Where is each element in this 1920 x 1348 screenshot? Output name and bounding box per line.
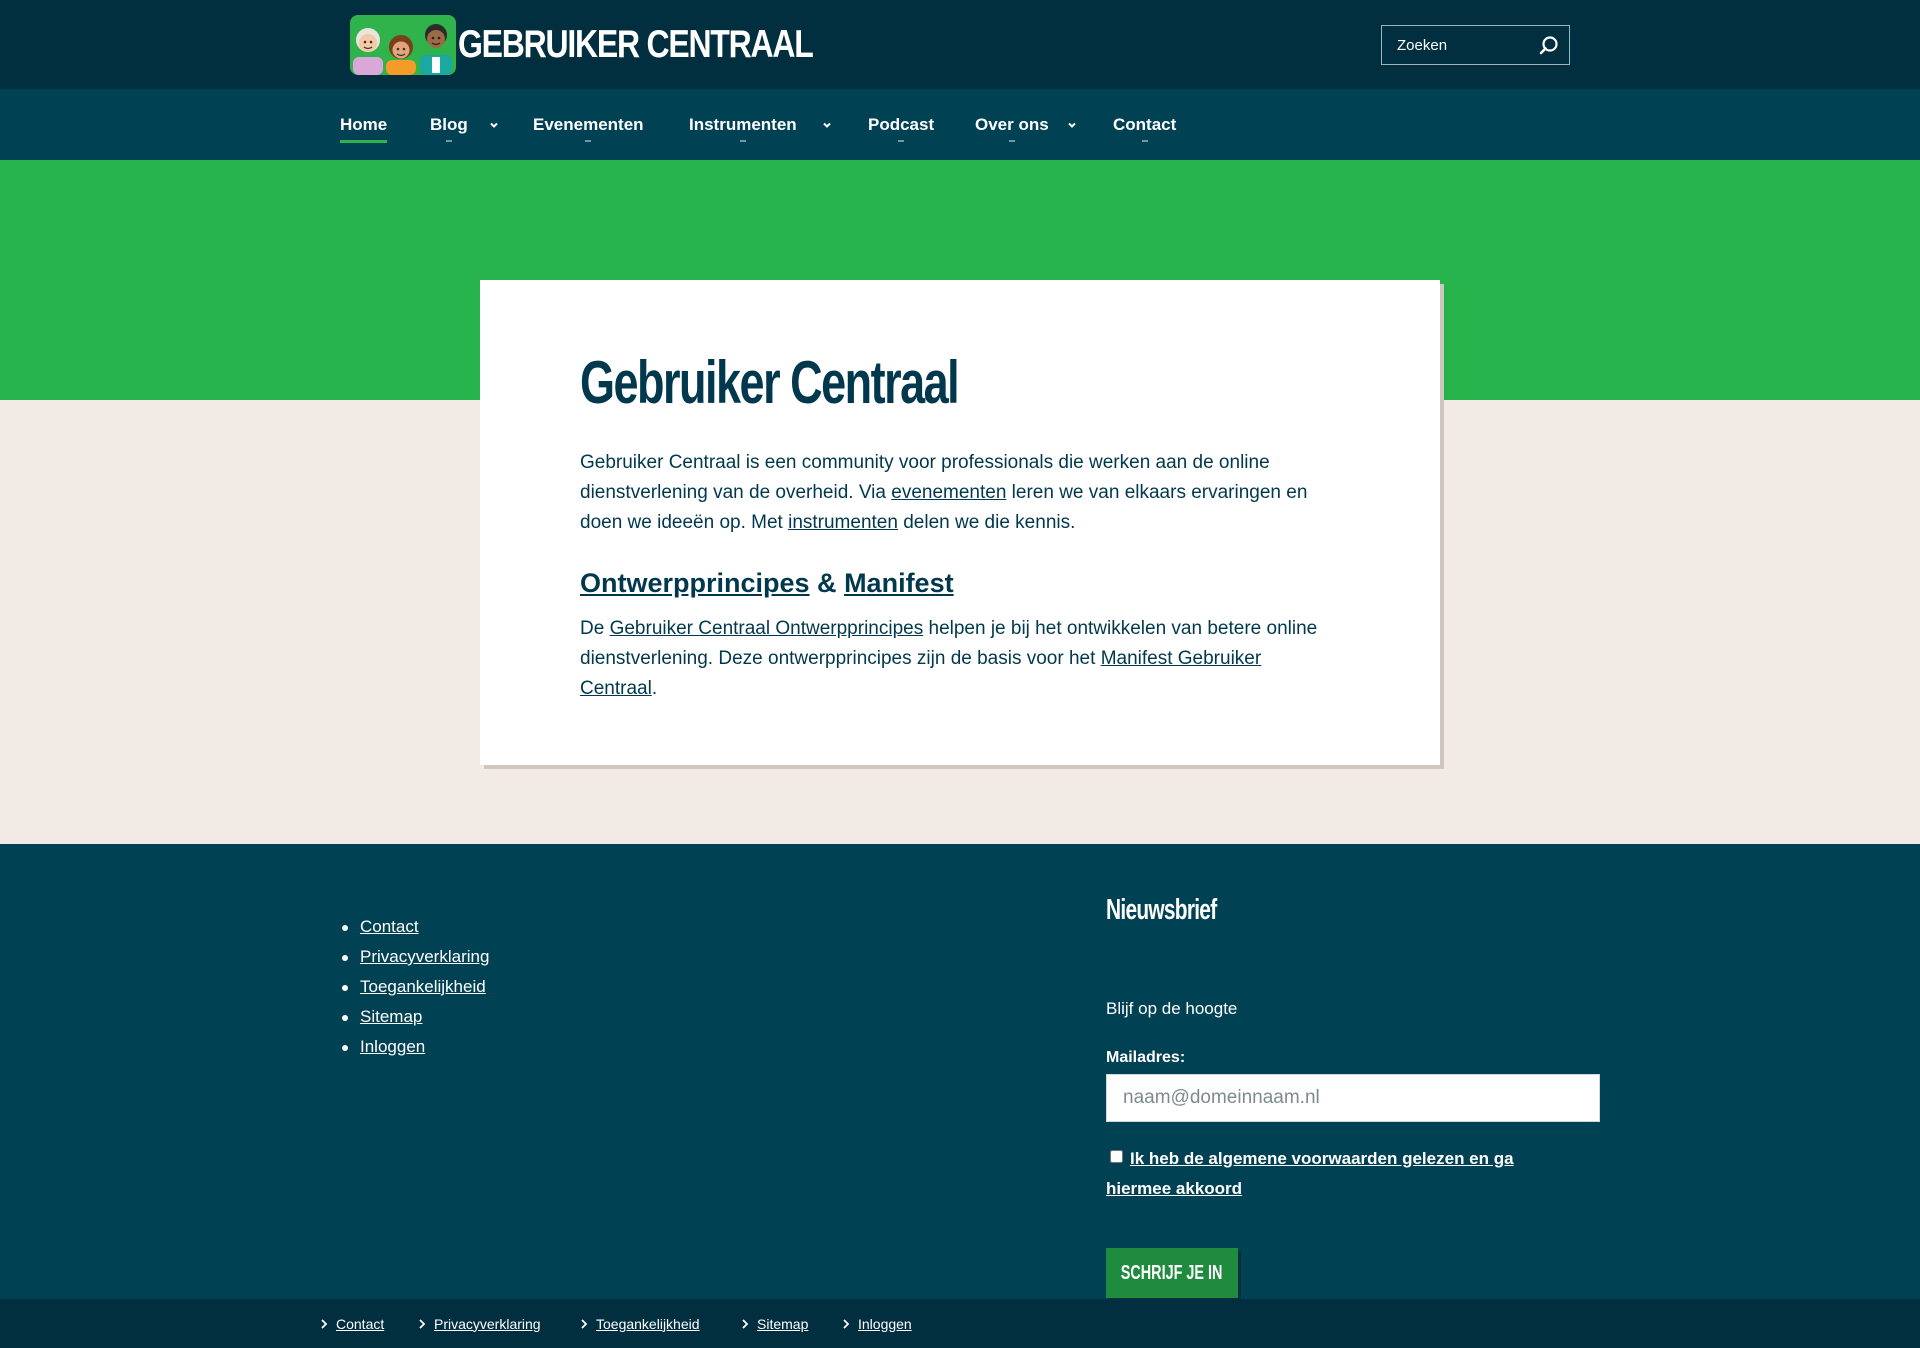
- list-item: Sitemap: [340, 1002, 489, 1032]
- subscribe-button-label: SCHRIJF JE IN: [1121, 1261, 1223, 1284]
- bottom-item: Sitemap: [741, 1299, 808, 1348]
- nav-underline: [739, 140, 746, 142]
- evenementen-link[interactable]: evenementen: [891, 482, 1006, 503]
- site-footer: Contact Privacyverklaring Toegankelijkhe…: [0, 844, 1920, 1299]
- nav-item-podcast[interactable]: Podcast: [868, 89, 934, 160]
- bottom-link-contact[interactable]: Contact: [336, 1316, 384, 1332]
- search-icon: [1539, 36, 1558, 55]
- site-header: GEBRUIKER CENTRAAL: [0, 0, 1920, 89]
- over-ons-dropdown-toggle[interactable]: [1066, 89, 1078, 160]
- nav-underline: [1008, 140, 1015, 142]
- chevron-right-icon: [419, 1318, 426, 1329]
- nav-label: Instrumenten: [689, 114, 797, 134]
- blog-dropdown-toggle[interactable]: [488, 89, 500, 160]
- terms-label: Ik heb de algemene voorwaarden gelezen e…: [1106, 1144, 1576, 1204]
- main-navigation: Home Blog Evenementen Instrumenten Podca…: [0, 89, 1920, 160]
- heading-ampersand: &: [809, 568, 845, 598]
- logo-people-icon: [350, 15, 456, 75]
- list-item: Toegankelijkheid: [340, 972, 489, 1002]
- search-button[interactable]: [1535, 32, 1563, 60]
- chevron-right-icon: [581, 1318, 588, 1329]
- nav-item-blog[interactable]: Blog: [430, 89, 468, 160]
- bottom-item: Contact: [320, 1299, 384, 1348]
- chevron-down-icon: [1068, 122, 1076, 128]
- subscribe-button[interactable]: SCHRIJF JE IN: [1106, 1248, 1238, 1298]
- logo-text: GEBRUIKER CENTRAAL: [458, 23, 814, 66]
- nav-label: Evenementen: [533, 114, 644, 134]
- nav-label: Home: [340, 114, 388, 134]
- bottom-link-inloggen[interactable]: Inloggen: [858, 1316, 912, 1332]
- nav-item-evenementen[interactable]: Evenementen: [533, 89, 644, 160]
- list-item: Inloggen: [340, 1032, 489, 1062]
- nav-label: Blog: [430, 114, 468, 134]
- list-item: Privacyverklaring: [340, 942, 489, 972]
- email-label: Mailadres:: [1106, 1049, 1186, 1066]
- nav-underline: [585, 140, 592, 142]
- footer-link-toegankelijkheid[interactable]: Toegankelijkheid: [360, 977, 486, 996]
- nav-item-home[interactable]: Home: [340, 89, 388, 160]
- terms-link[interactable]: Ik heb de algemene voorwaarden gelezen e…: [1106, 1149, 1514, 1198]
- terms-checkbox[interactable]: [1110, 1150, 1123, 1163]
- nav-label: Contact: [1113, 114, 1177, 134]
- instrumenten-link[interactable]: instrumenten: [788, 512, 898, 533]
- newsletter-title: Nieuwsbrief: [1106, 894, 1217, 926]
- bottom-item: Toegankelijkheid: [580, 1299, 700, 1348]
- footer-link-inloggen[interactable]: Inloggen: [360, 1037, 425, 1056]
- nav-underline: [445, 140, 452, 142]
- nav-underline: [898, 140, 905, 142]
- newsletter-subtitle: Blijf op de hoogte: [1106, 999, 1238, 1018]
- intro-text: delen we die kennis.: [897, 512, 1076, 533]
- bottom-link-sitemap[interactable]: Sitemap: [757, 1316, 808, 1332]
- nav-item-instrumenten[interactable]: Instrumenten: [689, 89, 797, 160]
- chevron-right-icon: [742, 1318, 749, 1329]
- footer-link-privacyverklaring[interactable]: Privacyverklaring: [360, 947, 489, 966]
- principles-text: .: [651, 678, 658, 699]
- footer-link-contact[interactable]: Contact: [360, 917, 419, 936]
- chevron-right-icon: [843, 1318, 850, 1329]
- bottom-bar: Contact Privacyverklaring Toegankelijkhe…: [0, 1299, 1920, 1348]
- page-title: Gebruiker Centraal: [580, 349, 960, 416]
- list-item: Contact: [340, 912, 489, 942]
- intro-paragraph: Gebruiker Centraal is een community voor…: [580, 448, 1340, 538]
- bottom-item: Inloggen: [842, 1299, 912, 1348]
- nav-underline: [1141, 140, 1148, 142]
- principles-text: De: [580, 618, 610, 639]
- nav-item-over-ons[interactable]: Over ons: [975, 89, 1049, 160]
- active-indicator: [340, 140, 388, 143]
- section-heading: Ontwerpprincipes & Manifest: [580, 568, 954, 599]
- newsletter-form: Nieuwsbrief Blijf op de hoogte Mailadres…: [1106, 894, 1600, 1298]
- nav-label: Podcast: [868, 114, 935, 134]
- bottom-item: Privacyverklaring: [418, 1299, 541, 1348]
- bottom-link-privacyverklaring[interactable]: Privacyverklaring: [434, 1316, 541, 1332]
- bottom-link-toegankelijkheid[interactable]: Toegankelijkheid: [596, 1316, 700, 1332]
- ontwerpprincipes-heading-link[interactable]: Ontwerpprincipes: [580, 568, 810, 598]
- ontwerpprincipes-link[interactable]: Gebruiker Centraal Ontwerpprincipes: [610, 618, 924, 639]
- principles-paragraph: De Gebruiker Centraal Ontwerpprincipes h…: [580, 614, 1340, 704]
- footer-link-list: Contact Privacyverklaring Toegankelijkhe…: [340, 912, 489, 1062]
- chevron-right-icon: [321, 1318, 328, 1329]
- footer-link-sitemap[interactable]: Sitemap: [360, 1007, 422, 1026]
- chevron-down-icon: [490, 122, 498, 128]
- nav-item-contact[interactable]: Contact: [1113, 89, 1176, 160]
- nav-label: Over ons: [975, 114, 1049, 134]
- search-box: [1381, 25, 1570, 65]
- manifest-heading-link[interactable]: Manifest: [844, 568, 954, 598]
- instrumenten-dropdown-toggle[interactable]: [821, 89, 833, 160]
- email-field[interactable]: [1106, 1074, 1600, 1122]
- search-input[interactable]: [1382, 26, 1532, 64]
- chevron-down-icon: [823, 122, 831, 128]
- intro-card: Gebruiker Centraal Gebruiker Centraal is…: [480, 280, 1440, 765]
- site-logo[interactable]: GEBRUIKER CENTRAAL: [350, 15, 890, 75]
